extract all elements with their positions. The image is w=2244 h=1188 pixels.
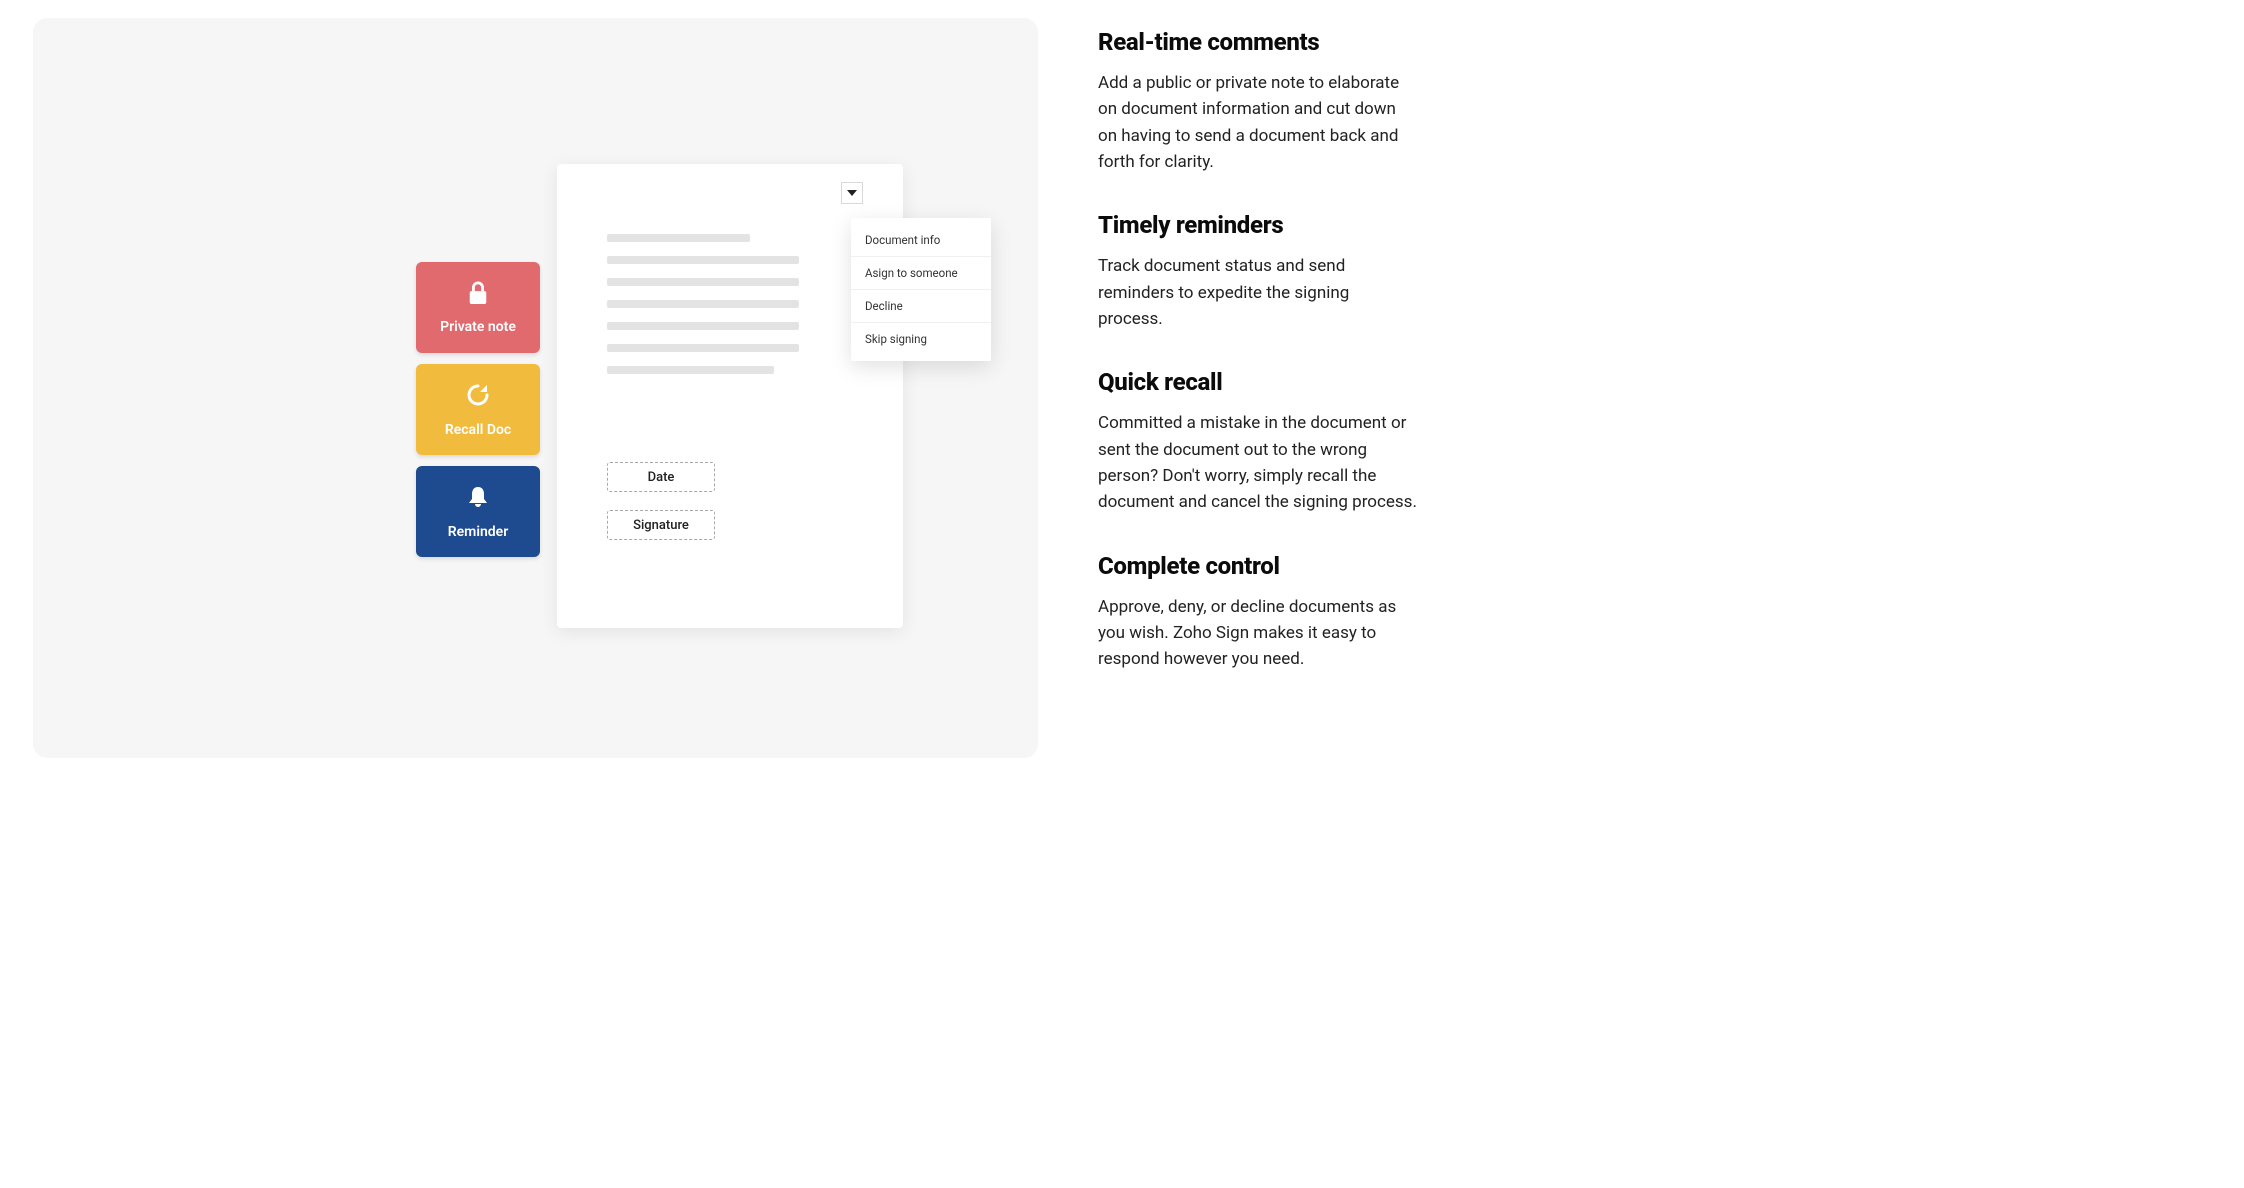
doc-text-placeholder — [607, 322, 799, 330]
feature-comments-title: Real-time comments — [1098, 28, 1418, 56]
doc-text-placeholder — [607, 366, 774, 374]
feature-control: Complete control Approve, deny, or decli… — [1098, 552, 1418, 673]
feature-reminders-body: Track document status and send reminders… — [1098, 253, 1418, 332]
feature-recall-body: Committed a mistake in the document or s… — [1098, 410, 1418, 515]
doc-text-placeholder — [607, 278, 799, 286]
menu-item-document-info[interactable]: Document info — [851, 224, 991, 257]
signature-field-label: Signature — [633, 518, 689, 533]
refresh-icon — [465, 382, 491, 412]
doc-text-placeholder — [607, 256, 799, 264]
date-field-label: Date — [648, 470, 675, 485]
reminder-tile[interactable]: Reminder — [416, 466, 540, 557]
feature-control-body: Approve, deny, or decline documents as y… — [1098, 594, 1418, 673]
menu-item-assign[interactable]: Asign to someone — [851, 257, 991, 290]
feature-text-column: Real-time comments Add a public or priva… — [1098, 18, 1418, 758]
menu-item-skip-signing[interactable]: Skip signing — [851, 323, 991, 355]
signature-field-chip[interactable]: Signature — [607, 510, 715, 540]
doc-text-placeholder — [607, 344, 799, 352]
feature-reminders-title: Timely reminders — [1098, 211, 1418, 239]
private-note-tile[interactable]: Private note — [416, 262, 540, 353]
lock-icon — [467, 281, 489, 309]
feature-comments-body: Add a public or private note to elaborat… — [1098, 70, 1418, 175]
illustration-panel: Private note Recall Doc Reminder — [33, 18, 1038, 758]
private-note-label: Private note — [440, 319, 516, 335]
feature-recall: Quick recall Committed a mistake in the … — [1098, 368, 1418, 515]
doc-text-placeholder — [607, 300, 799, 308]
reminder-label: Reminder — [448, 524, 509, 540]
caret-down-icon — [847, 190, 857, 196]
feature-comments: Real-time comments Add a public or priva… — [1098, 28, 1418, 175]
feature-reminders: Timely reminders Track document status a… — [1098, 211, 1418, 332]
feature-recall-title: Quick recall — [1098, 368, 1418, 396]
doc-menu-button[interactable] — [841, 182, 863, 204]
feature-control-title: Complete control — [1098, 552, 1418, 580]
bell-icon — [466, 484, 490, 514]
doc-text-placeholder — [607, 234, 750, 242]
doc-dropdown-menu: Document info Asign to someone Decline S… — [851, 218, 991, 361]
recall-doc-tile[interactable]: Recall Doc — [416, 364, 540, 455]
recall-doc-label: Recall Doc — [445, 422, 511, 438]
menu-item-decline[interactable]: Decline — [851, 290, 991, 323]
date-field-chip[interactable]: Date — [607, 462, 715, 492]
